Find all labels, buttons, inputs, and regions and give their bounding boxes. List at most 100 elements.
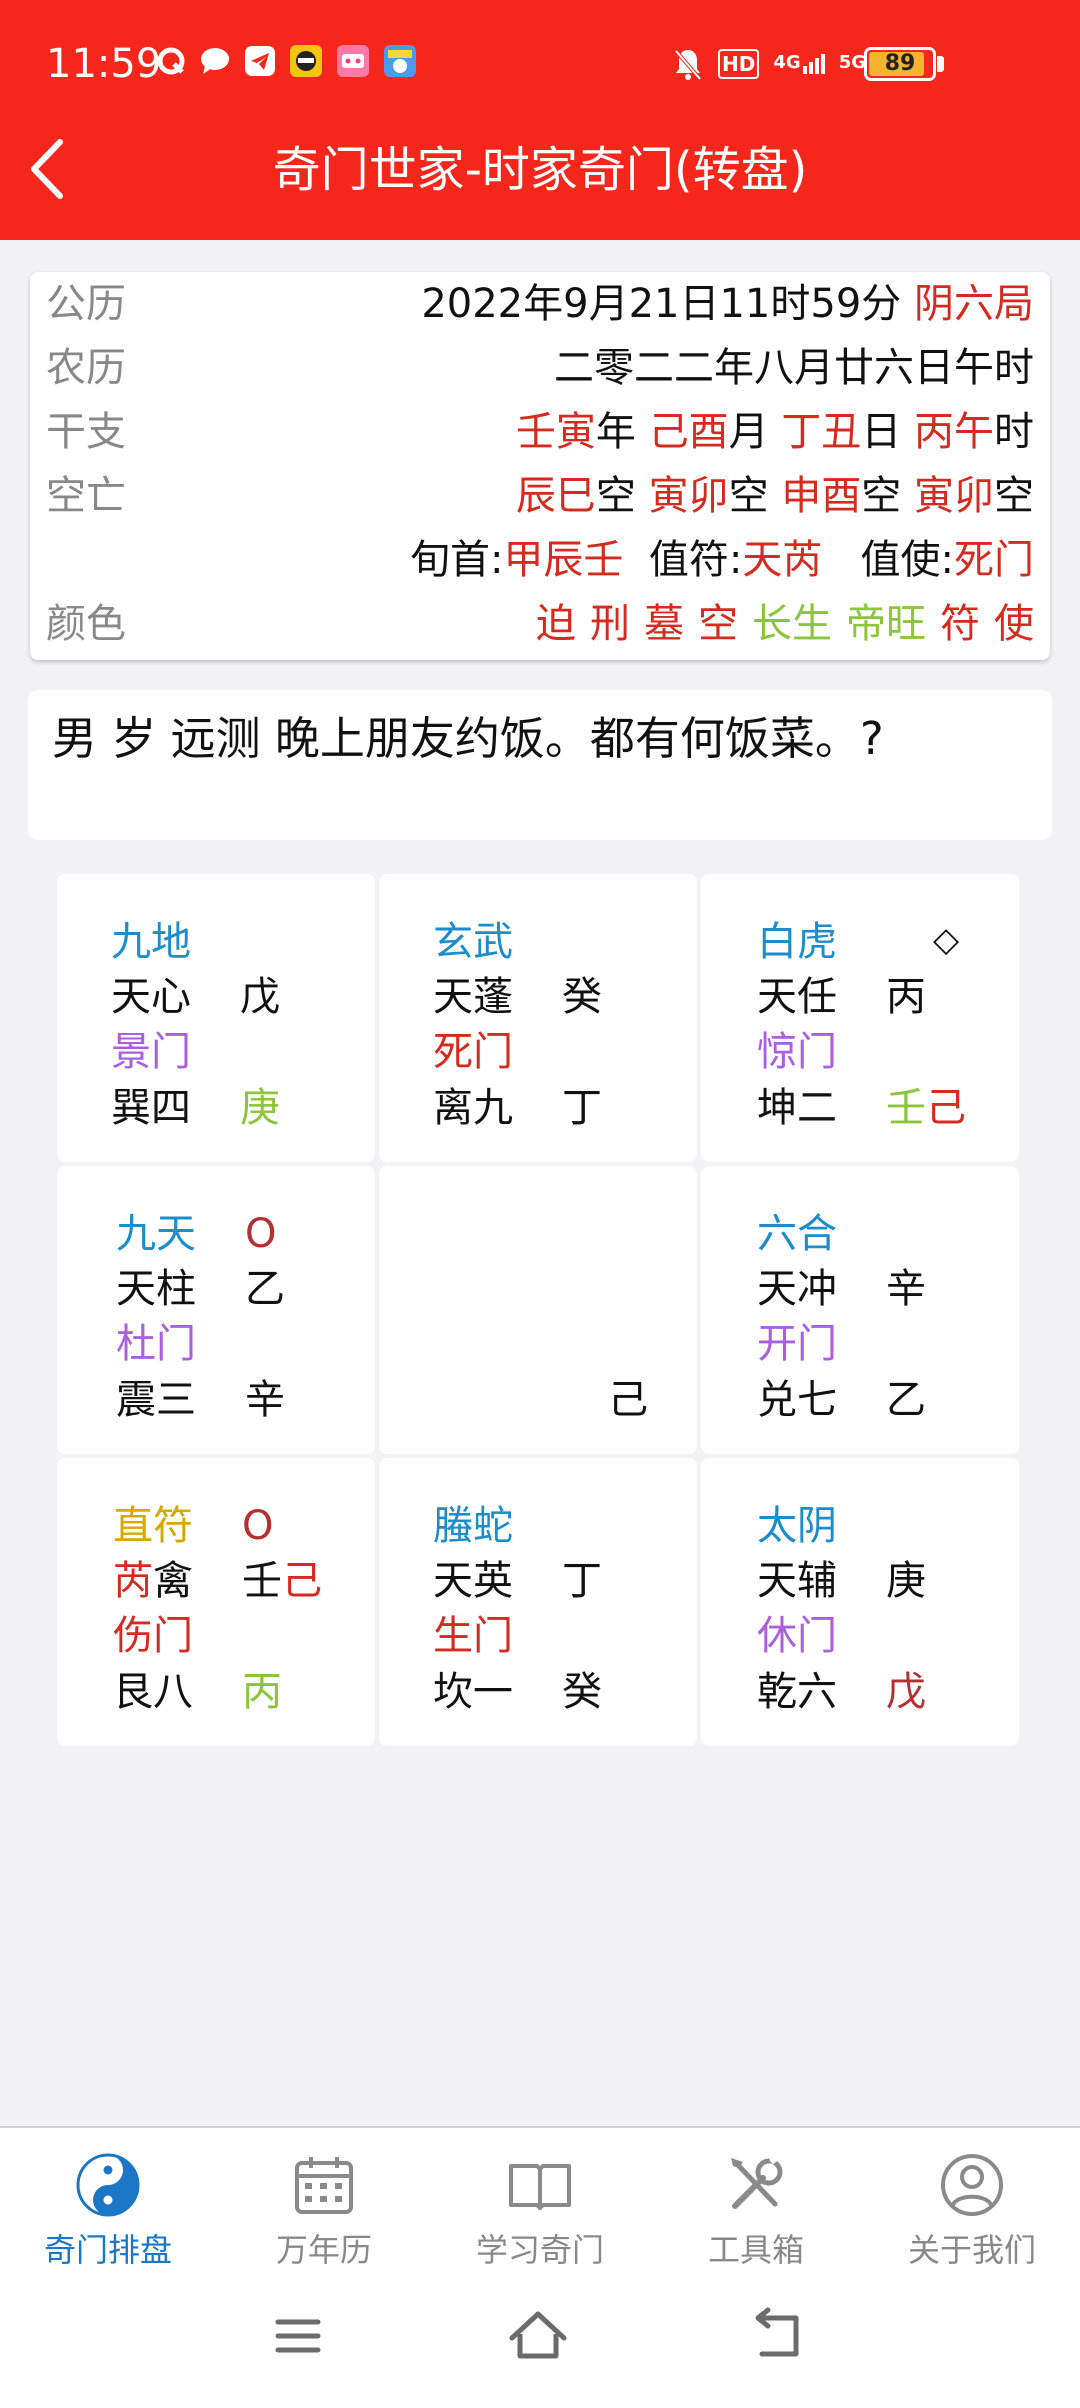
earth-stem-2: 己 — [926, 1085, 966, 1131]
back-icon[interactable] — [738, 2296, 818, 2376]
door: 生门 — [433, 1613, 513, 1659]
battery-tip — [937, 56, 944, 72]
menu-icon[interactable] — [258, 2296, 338, 2376]
star: 禽 — [153, 1558, 193, 1604]
color-legend-item: 长生 — [752, 601, 832, 647]
palace-kan[interactable]: 螣蛇 天英 丁 生门 坎一 癸 — [379, 1458, 697, 1746]
palace-zhen[interactable]: 九天 O 天柱 乙 杜门 震三 辛 — [57, 1166, 375, 1454]
empty-marker: O — [245, 1211, 277, 1257]
nav-toolbox[interactable]: 工具箱 — [648, 2142, 864, 2272]
nav-label: 奇门排盘 — [43, 2231, 172, 2269]
star: 天柱 — [116, 1266, 196, 1312]
page-title: 奇门世家-时家奇门(转盘) — [272, 142, 808, 198]
palace-dui[interactable]: 六合 天冲 辛 开门 兑七 乙 — [701, 1166, 1019, 1454]
deity: 直符 — [113, 1503, 193, 1549]
palace-gen[interactable]: 直符 O 芮 禽 壬 己 伤门 艮八 丙 — [57, 1458, 375, 1746]
earth-stem: 己 — [608, 1377, 648, 1423]
gua: 艮八 — [113, 1669, 193, 1715]
nav-qimen-chart[interactable]: 奇门排盘 — [0, 2142, 216, 2272]
nav-about[interactable]: 关于我们 — [864, 2142, 1080, 2272]
nav-label: 关于我们 — [907, 2231, 1036, 2269]
color-legend-item: 使 — [994, 601, 1034, 647]
earth-stem: 乙 — [886, 1377, 926, 1423]
color-legend-item: 迫 — [536, 601, 576, 647]
earth-stem: 癸 — [562, 1669, 602, 1715]
deity: 玄武 — [433, 919, 513, 965]
status-bar: 11:59 HD 4G 5G 89 — [0, 0, 1080, 124]
color-legend: 迫刑墓空长生 帝旺符使 — [536, 592, 1034, 656]
deity: 六合 — [757, 1211, 837, 1257]
zhifu-value: 天芮 — [742, 537, 823, 583]
nav-label: 学习奇门 — [475, 2231, 604, 2269]
app-icon-3 — [384, 45, 417, 77]
nav-calendar[interactable]: 万年历 — [216, 2142, 432, 2272]
color-legend-item: 帝旺 — [846, 601, 926, 647]
star-stem-2: 己 — [282, 1558, 322, 1604]
xunshou-value: 甲辰壬 — [503, 537, 624, 583]
palace-kun[interactable]: 白虎 ◇ 天任 丙 惊门 坤二 壬 己 — [701, 874, 1019, 1162]
palace-center[interactable]: 己 — [379, 1166, 697, 1454]
nav-learn[interactable]: 学习奇门 — [432, 2142, 648, 2272]
system-nav-bar — [0, 2276, 1080, 2408]
year-ganzhi: 壬寅 — [515, 409, 596, 455]
question-text: 男 岁 远测 晚上朋友约饭。都有何饭菜。? — [28, 690, 1052, 840]
hour-ganzhi: 丙午 — [914, 409, 994, 455]
palace-li[interactable]: 玄武 天蓬 癸 死门 离九 丁 — [379, 874, 697, 1162]
nav-label: 工具箱 — [707, 2231, 804, 2269]
status-time: 11:59 — [46, 41, 162, 87]
earth-stem: 辛 — [245, 1377, 285, 1423]
star-stem: 戊 — [240, 974, 280, 1020]
ju-number: 阴六局 — [914, 281, 1034, 327]
door: 伤门 — [113, 1613, 193, 1659]
color-legend-item: 墓 — [644, 601, 684, 647]
star: 天任 — [757, 974, 837, 1020]
star: 天辅 — [757, 1558, 837, 1604]
star: 天冲 — [757, 1266, 837, 1312]
xunshou-row: 旬首:甲辰壬 值符:天芮 值使:死门 — [409, 537, 1034, 583]
kongwang-row: 空亡 辰巳空 寅卯空 申酉空 寅卯空 — [46, 473, 1034, 519]
star-stem: 庚 — [886, 1558, 926, 1604]
notification-icons — [156, 44, 425, 84]
star-stem: 辛 — [886, 1266, 926, 1312]
star-stem: 丙 — [886, 974, 926, 1020]
nongli-date: 二零二二年八月廿六日午时 — [554, 345, 1034, 391]
color-legend-item: 刑 — [590, 601, 630, 647]
calendar-icon — [295, 2157, 353, 2214]
gua: 乾六 — [757, 1669, 837, 1715]
ganzhi-row: 干支 壬寅年 己酉月 丁丑日 丙午时 — [46, 409, 1034, 455]
battery-level: 89 — [884, 51, 916, 76]
gua: 震三 — [116, 1377, 196, 1423]
chart-info-card: 公历 2022年9月21日11时59分 阴六局 农历 二零二二年八月廿六日午时 … — [30, 272, 1050, 660]
month-ganzhi: 己酉 — [648, 409, 729, 455]
deity: 太阴 — [757, 1503, 837, 1549]
door: 杜门 — [116, 1321, 196, 1367]
star-stem: 壬 — [242, 1558, 282, 1604]
door: 休门 — [757, 1613, 837, 1659]
gua: 巽四 — [111, 1085, 191, 1131]
door: 惊门 — [757, 1029, 837, 1075]
deity: 白虎 — [757, 919, 837, 965]
q-icon — [157, 47, 185, 75]
yin-yang-icon — [76, 2153, 140, 2217]
star: 天心 — [111, 974, 191, 1020]
door: 景门 — [111, 1029, 191, 1075]
hd-badge: HD — [718, 49, 760, 79]
user-circle-icon — [941, 2154, 1003, 2216]
palace-xun[interactable]: 九地 天心 戊 景门 巽四 庚 — [57, 874, 375, 1162]
app-icon-2 — [337, 45, 370, 77]
app-icon-1 — [290, 45, 323, 77]
deity: 螣蛇 — [433, 1503, 513, 1549]
gongli-date: 2022年9月21日11时59分 — [421, 281, 902, 327]
home-icon[interactable] — [498, 2296, 578, 2376]
earth-stem: 丁 — [562, 1085, 602, 1131]
bottom-nav: 奇门排盘 万年历 学习奇门 工具箱 关于我们 — [0, 2126, 1080, 2276]
palace-qian[interactable]: 太阴 天辅 庚 休门 乾六 戊 — [701, 1458, 1019, 1746]
signal-4g: 4G — [773, 54, 825, 74]
nav-label: 万年历 — [275, 2231, 372, 2269]
star: 天英 — [433, 1558, 513, 1604]
app-header: 11:59 HD 4G 5G 89 奇门世家-时家奇门(转盘) — [0, 0, 1080, 240]
gongli-row: 公历 2022年9月21日11时59分 阴六局 — [46, 281, 1034, 327]
gua: 离九 — [433, 1085, 513, 1131]
door: 开门 — [757, 1321, 837, 1367]
day-ganzhi: 丁丑 — [781, 409, 862, 455]
